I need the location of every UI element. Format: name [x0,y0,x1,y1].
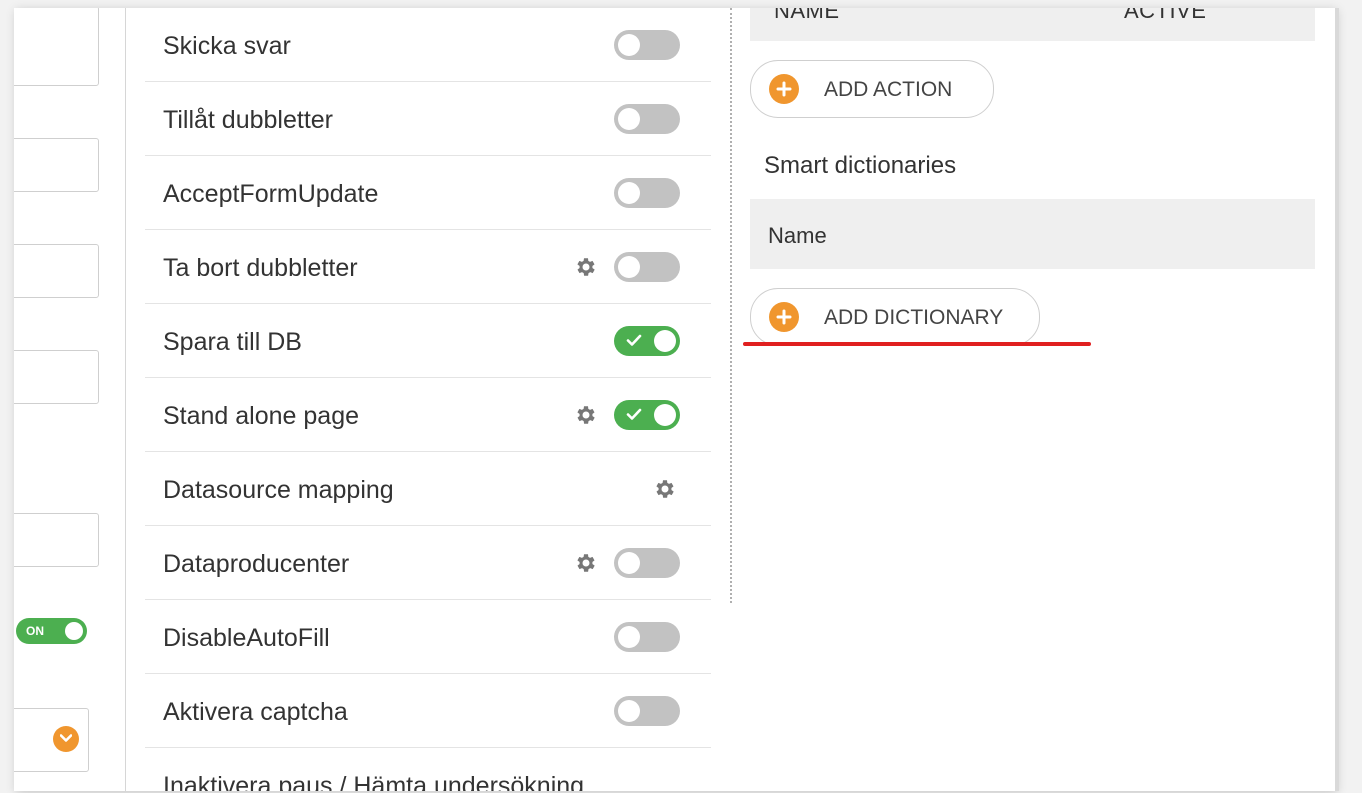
actions-table-header: NAME ACTIVE [750,8,1315,41]
left-form-column: ON [14,8,126,791]
dropdown-select[interactable] [14,708,89,772]
toggle-knob [618,108,640,130]
setting-row-datasource-mapping: Datasource mapping [145,452,711,526]
add-action-label: ADD ACTION [824,78,953,101]
column-divider [125,8,126,791]
setting-row-skicka-svar: Skicka svar [145,8,711,82]
toggle-knob [618,700,640,722]
toggle-knob [654,330,676,352]
check-icon [626,334,642,346]
on-toggle-label: ON [26,624,44,638]
setting-label: Inaktivera paus / Hämta undersökning [163,772,585,791]
plus-circle-icon [769,302,799,332]
toggle-knob [618,182,640,204]
toggle-knob [618,256,640,278]
column-header-name: NAME [774,8,840,23]
section-title-smart-dictionaries: Smart dictionaries [764,152,957,179]
ta-bort-dubbletter-toggle[interactable] [614,252,680,282]
text-field[interactable] [14,244,99,298]
setting-label: DisableAutoFill [163,624,330,652]
spara-till-db-toggle[interactable] [614,326,680,356]
highlight-underline [743,342,1091,346]
plus-circle-icon [769,74,799,104]
setting-label: Aktivera captcha [163,698,348,726]
dictionaries-table-header: Name [750,199,1315,269]
acceptformupdate-toggle[interactable] [614,178,680,208]
column-header-active: ACTIVE [1124,8,1207,23]
setting-label: Dataproducenter [163,550,350,578]
setting-label: AcceptFormUpdate [163,180,379,208]
dataproducenter-toggle[interactable] [614,548,680,578]
on-toggle[interactable]: ON [16,618,87,644]
setting-row-disableautofill: DisableAutoFill [145,600,711,674]
section-divider [730,8,732,603]
text-field[interactable] [14,138,99,192]
toggle-knob [618,626,640,648]
toggle-knob [618,34,640,56]
gear-icon[interactable] [652,477,676,501]
setting-label: Datasource mapping [163,476,394,504]
setting-row-aktivera-captcha: Aktivera captcha [145,674,711,748]
skicka-svar-toggle[interactable] [614,30,680,60]
aktivera-captcha-toggle[interactable] [614,696,680,726]
setting-label: Stand alone page [163,402,360,430]
gear-icon[interactable] [573,551,597,575]
setting-label: Spara till DB [163,328,302,356]
toggle-knob [618,552,640,574]
setting-row-dataproducenter: Dataproducenter [145,526,711,600]
add-dictionary-label: ADD DICTIONARY [824,306,1004,329]
tillat-dubbletter-toggle[interactable] [614,104,680,134]
text-field[interactable] [14,513,99,567]
settings-panel: ON Skicka svar Tillåt dubbletter AcceptF… [14,8,1335,791]
setting-row-tillat-dubbletter: Tillåt dubbletter [145,82,711,156]
chevron-down-icon [53,726,79,752]
text-field[interactable] [14,350,99,404]
setting-row-inaktivera-paus: Inaktivera paus / Hämta undersökning [145,748,711,791]
setting-row-acceptformupdate: AcceptFormUpdate [145,156,711,230]
add-dictionary-button[interactable]: ADD DICTIONARY [750,288,1040,346]
add-action-button[interactable]: ADD ACTION [750,60,994,118]
gear-icon[interactable] [573,403,597,427]
setting-label: Ta bort dubbletter [163,254,358,282]
stand-alone-page-toggle[interactable] [614,400,680,430]
check-icon [626,408,642,420]
text-field[interactable] [14,8,99,86]
setting-row-ta-bort-dubbletter: Ta bort dubbletter [145,230,711,304]
disableautofill-toggle[interactable] [614,622,680,652]
setting-label: Tillåt dubbletter [163,106,333,134]
panel-edge [1335,8,1339,791]
setting-label: Skicka svar [163,32,291,60]
setting-row-spara-till-db: Spara till DB [145,304,711,378]
setting-row-stand-alone-page: Stand alone page [145,378,711,452]
column-header-name: Name [768,223,827,248]
toggle-knob [65,622,83,640]
gear-icon[interactable] [573,255,597,279]
toggle-knob [654,404,676,426]
